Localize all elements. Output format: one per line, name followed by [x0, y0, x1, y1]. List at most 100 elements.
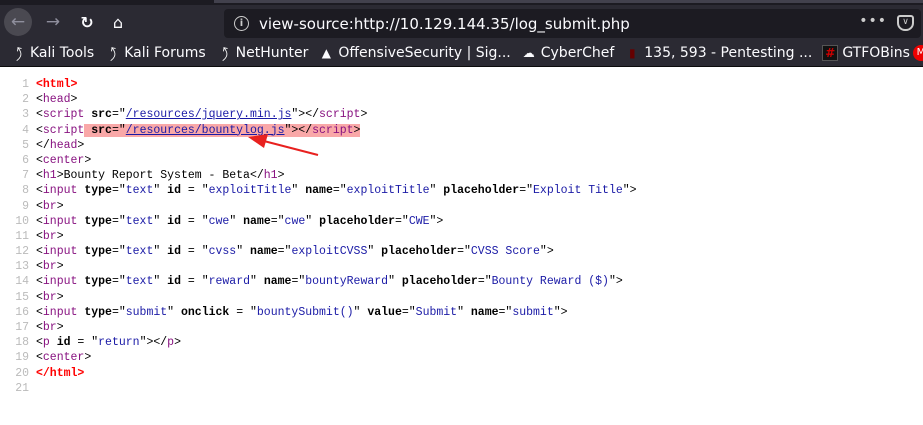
tag-name: br	[42, 290, 57, 304]
punctuation: <	[36, 199, 43, 213]
punctuation: >	[277, 169, 285, 183]
attribute-name: src	[91, 123, 112, 137]
source-line: 18 <p id = "return"></p>	[0, 335, 637, 350]
tag-name: center	[42, 153, 85, 167]
attribute-name: id	[167, 184, 181, 198]
url-text[interactable]: view-source:http://10.129.144.35/log_sub…	[259, 15, 630, 33]
punctuation: ="	[111, 184, 126, 198]
punctuation: >	[56, 321, 64, 334]
source-line: 11 <br>	[0, 229, 637, 244]
punctuation: <	[36, 108, 43, 122]
attribute-name: id	[167, 214, 181, 228]
punctuation: "	[236, 245, 251, 259]
attribute-value: return	[98, 336, 140, 350]
punctuation: ="	[519, 184, 534, 198]
punctuation: "	[250, 275, 264, 289]
punctuation: ">	[539, 245, 554, 259]
punctuation: ="	[477, 275, 492, 289]
punctuation: "	[153, 184, 168, 198]
source-line: 20 </html>	[0, 366, 637, 381]
attribute-value: Submit	[415, 305, 458, 319]
punctuation: ">	[429, 214, 444, 228]
bookmark-item[interactable]: ▲ OffensiveSecurity | Sig...	[318, 41, 511, 65]
root-tag: </html>	[36, 366, 85, 380]
bookmarks-toolbar: ⤴ Kali Tools ⤴ Kali Forums ⤴ NetHunter ▲ Offens…	[0, 39, 923, 67]
attribute-value: CWE	[408, 214, 430, 228]
punctuation: "	[153, 245, 168, 259]
punctuation: ="	[498, 305, 513, 319]
tag-name: br	[42, 229, 57, 243]
punctuation: "	[353, 305, 368, 319]
punctuation: <	[36, 321, 43, 334]
reload-icon[interactable]: ↻	[73, 8, 101, 36]
back-arrow-icon[interactable]: ←	[4, 8, 32, 36]
attribute-value: text	[125, 184, 154, 198]
attribute-name: value	[367, 305, 402, 319]
source-link[interactable]: /resources/jquery.min.js	[126, 108, 292, 121]
tag-name: input	[42, 214, 78, 228]
line-content: <center>	[36, 350, 91, 365]
bookmark-overflow-icon[interactable]: M	[913, 44, 923, 61]
pocket-icon[interactable]: ∨	[897, 15, 914, 31]
tag-name: br	[42, 260, 57, 274]
attribute-name: type	[84, 305, 112, 319]
attribute-name: placeholder	[443, 184, 520, 198]
line-content: <br>	[36, 229, 64, 244]
line-content: <head>	[36, 92, 77, 107]
tag-name: script	[319, 108, 361, 122]
line-content: <html>	[36, 77, 77, 92]
attribute-value: exploitTitle	[346, 184, 430, 198]
line-number: 19	[15, 351, 29, 365]
line-content: <br>	[36, 199, 64, 214]
line-content: <input type="submit" onclick = "bountySu…	[36, 305, 568, 320]
attribute-value: Exploit Title	[533, 184, 623, 198]
punctuation: <	[36, 290, 43, 304]
source-line: 13 <br>	[0, 259, 637, 274]
punctuation: ">	[553, 305, 568, 319]
bookmark-item[interactable]: ⤴ Kali Forums	[104, 41, 206, 65]
punctuation: = "	[229, 305, 257, 319]
attribute-name: onclick	[180, 305, 230, 319]
attribute-value: exploitTitle	[208, 184, 292, 198]
bookmark-item[interactable]: ☁ CyberChef	[521, 41, 615, 65]
punctuation: <	[36, 229, 43, 243]
bookmark-item[interactable]: ⤴ NetHunter	[215, 41, 308, 65]
bookmark-item[interactable]: ⤴ Kali Tools	[9, 41, 94, 65]
url-bar[interactable]: i view-source:http://10.129.144.35/log_s…	[224, 9, 921, 38]
line-number: 5	[22, 138, 29, 152]
info-icon[interactable]: i	[234, 16, 249, 31]
red-arrow-annotation	[248, 134, 319, 156]
attribute-name: id	[167, 245, 181, 259]
attribute-name: type	[84, 184, 112, 198]
line-number: 15	[15, 290, 29, 304]
punctuation: ="	[332, 184, 347, 198]
source-line: 10 <input type="text" id = "cwe" name="cw…	[0, 214, 637, 229]
punctuation: <	[36, 184, 43, 198]
punctuation: <	[36, 275, 43, 289]
forward-arrow-icon[interactable]: →	[39, 8, 67, 36]
source-line: 8 <input type="text" id = "exploitTitle" …	[0, 183, 636, 198]
bookmark-item[interactable]: ▮ 135, 593 - Pentesting ...	[624, 41, 812, 65]
attribute-value: reward	[208, 275, 251, 289]
source-line: 7 <h1>Bounty Report System - Beta</h1>	[0, 168, 637, 183]
punctuation: ="	[111, 275, 126, 289]
punctuation: "></	[291, 108, 320, 122]
punctuation: <	[36, 245, 43, 259]
attribute-name: name	[470, 305, 499, 319]
tag-name: script	[42, 108, 85, 122]
attribute-name: placeholder	[401, 275, 478, 289]
home-icon[interactable]: ⌂	[104, 8, 132, 36]
attribute-value: bountySubmit()	[256, 305, 354, 319]
punctuation: ="	[457, 245, 471, 259]
attribute-name: id	[167, 275, 181, 289]
bookmark-label: CyberChef	[540, 44, 615, 61]
punctuation: "	[229, 214, 244, 228]
more-dots-icon[interactable]: •••	[859, 13, 887, 29]
source-line: 21	[0, 381, 637, 396]
line-number: 10	[15, 214, 29, 228]
bookmark-item[interactable]: # GTFOBins	[822, 41, 910, 65]
punctuation: >	[360, 108, 368, 122]
punctuation: ="	[277, 245, 292, 259]
line-number: 1	[22, 78, 29, 91]
kali-dragon-icon: ⤴	[215, 43, 233, 63]
